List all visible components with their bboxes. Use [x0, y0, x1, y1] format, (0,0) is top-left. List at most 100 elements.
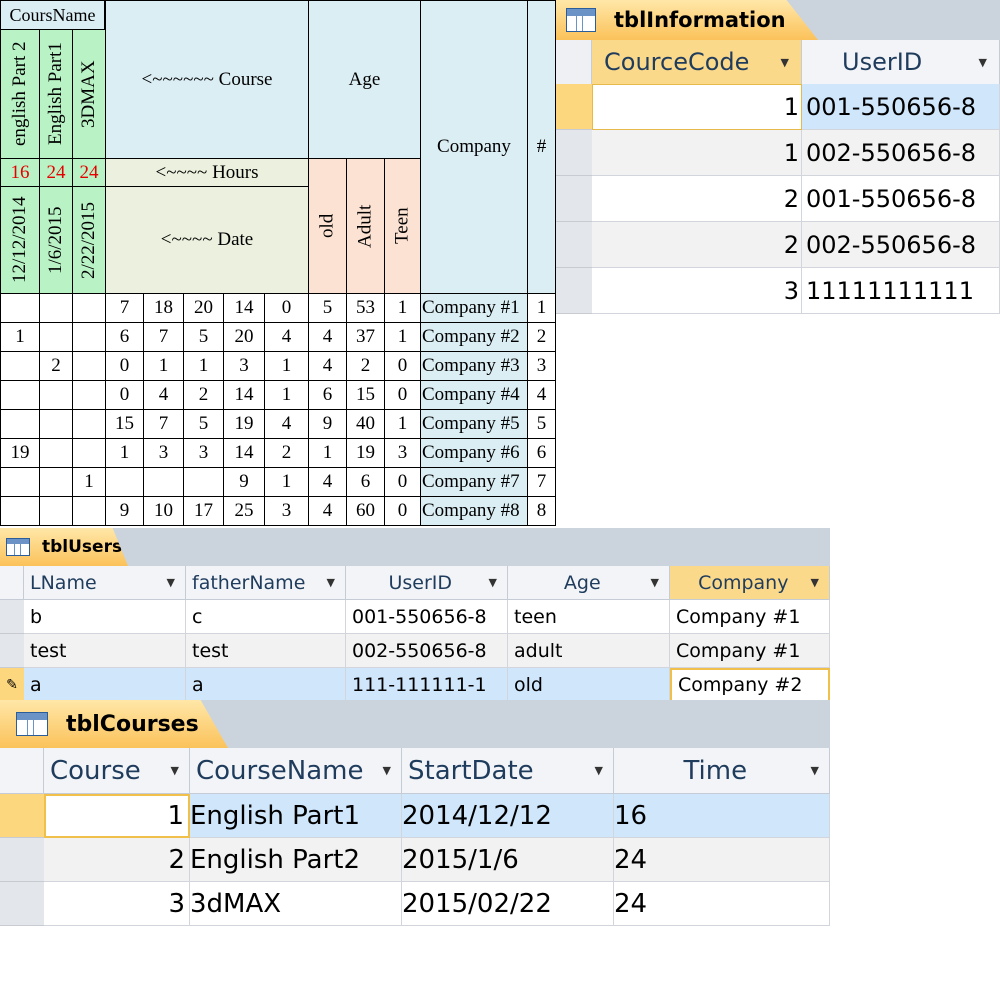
cell-fathername[interactable]: a: [186, 668, 346, 700]
age-old-header: old: [308, 158, 347, 294]
hours-cell-3: 24: [72, 158, 106, 187]
cell-fathername[interactable]: test: [186, 634, 346, 668]
cell-coursename[interactable]: English Part1: [190, 794, 402, 838]
pivot-value-cell: 37: [346, 322, 385, 352]
table-row[interactable]: b c 001-550656-8 teen Company #1: [0, 600, 830, 634]
cell-userid[interactable]: 11111111111: [802, 268, 1000, 314]
row-selector[interactable]: [556, 176, 592, 222]
cell-courcecode[interactable]: 2: [592, 176, 802, 222]
table-row[interactable]: 3 11111111111: [556, 268, 1000, 314]
cell-coursename[interactable]: English Part2: [190, 838, 402, 882]
dropdown-arrow-icon[interactable]: ▼: [167, 576, 175, 589]
pivot-value-cell: 19: [346, 438, 385, 468]
pivot-value-cell: 3: [183, 438, 224, 468]
row-selector[interactable]: [0, 838, 44, 882]
age-header: Age: [308, 0, 421, 159]
table-row[interactable]: 3 3dMAX 2015/02/22 24: [0, 882, 830, 926]
column-header-courcecode[interactable]: CourceCode ▼: [592, 40, 802, 84]
cell-userid[interactable]: 002-550656-8: [802, 222, 1000, 268]
column-header-lname[interactable]: LName ▼: [24, 566, 186, 600]
table-row[interactable]: 1 001-550656-8: [556, 84, 1000, 130]
table-row[interactable]: test test 002-550656-8 adult Company #1: [0, 634, 830, 668]
table-row[interactable]: 2 English Part2 2015/1/6 24: [0, 838, 830, 882]
cell-company[interactable]: Company #1: [670, 634, 830, 668]
column-header-startdate[interactable]: StartDate ▼: [402, 748, 614, 794]
tab-tblcourses[interactable]: tblCourses: [0, 700, 228, 748]
row-selector[interactable]: [556, 268, 592, 314]
cell-userid[interactable]: 001-550656-8: [346, 600, 508, 634]
table-row[interactable]: 2 002-550656-8: [556, 222, 1000, 268]
column-header-time[interactable]: Time ▼: [614, 748, 830, 794]
cell-userid[interactable]: 001-550656-8: [802, 84, 1000, 130]
cell-age[interactable]: teen: [508, 600, 670, 634]
pivot-id-cell: 3: [527, 351, 556, 381]
pivot-value-cell: 1: [264, 467, 309, 497]
dropdown-arrow-icon[interactable]: ▼: [651, 576, 659, 589]
cell-course[interactable]: 3: [44, 882, 190, 926]
cell-lname[interactable]: a: [24, 668, 186, 700]
cell-userid[interactable]: 002-550656-8: [346, 634, 508, 668]
cell-company[interactable]: Company #1: [670, 600, 830, 634]
column-header-company[interactable]: Company ▼: [670, 566, 830, 600]
table-row[interactable]: ✎ a a 111-111111-1 old Company #2: [0, 668, 830, 700]
tab-tblinformation[interactable]: tblInformation: [556, 0, 818, 40]
cell-lname[interactable]: b: [24, 600, 186, 634]
dropdown-arrow-icon[interactable]: ▼: [383, 764, 391, 777]
dropdown-arrow-icon[interactable]: ▼: [489, 576, 497, 589]
tblusers-window: tblUsers LName ▼ fatherName ▼ UserID ▼ Age ▼ Com…: [0, 528, 830, 700]
cell-courcecode[interactable]: 1: [592, 130, 802, 176]
row-selector[interactable]: [0, 600, 24, 634]
cell-time[interactable]: 16: [614, 794, 830, 838]
row-selector[interactable]: [0, 794, 44, 838]
cell-startdate[interactable]: 2015/02/22: [402, 882, 614, 926]
pivot-value-cell: 9: [223, 467, 265, 497]
row-selector[interactable]: [556, 222, 592, 268]
tab-tblusers[interactable]: tblUsers: [0, 528, 128, 566]
cell-userid[interactable]: 111-111111-1: [346, 668, 508, 700]
pivot-value-cell: 1: [384, 293, 421, 323]
cell-fathername[interactable]: c: [186, 600, 346, 634]
select-all-corner[interactable]: [0, 748, 44, 794]
column-header-fathername[interactable]: fatherName ▼: [186, 566, 346, 600]
cell-startdate[interactable]: 2015/1/6: [402, 838, 614, 882]
date-cell-1: 12/12/2014: [0, 186, 40, 294]
cell-courcecode[interactable]: 1: [592, 84, 802, 130]
select-all-corner[interactable]: [556, 40, 592, 84]
dropdown-arrow-icon[interactable]: ▼: [595, 764, 603, 777]
cell-userid[interactable]: 002-550656-8: [802, 130, 1000, 176]
pivot-course-cell: [72, 322, 106, 352]
cell-startdate[interactable]: 2014/12/12: [402, 794, 614, 838]
column-header-coursename[interactable]: CourseName ▼: [190, 748, 402, 794]
cell-coursename[interactable]: 3dMAX: [190, 882, 402, 926]
row-selector[interactable]: [556, 130, 592, 176]
row-selector[interactable]: [556, 84, 592, 130]
cell-course[interactable]: 1: [44, 794, 190, 838]
table-row[interactable]: 1 002-550656-8: [556, 130, 1000, 176]
cell-lname[interactable]: test: [24, 634, 186, 668]
row-selector[interactable]: ✎: [0, 668, 24, 700]
column-header-userid[interactable]: UserID ▼: [802, 40, 1000, 84]
dropdown-arrow-icon[interactable]: ▼: [811, 764, 819, 777]
cell-company[interactable]: Company #2: [670, 668, 830, 700]
dropdown-arrow-icon[interactable]: ▼: [979, 56, 987, 69]
table-row[interactable]: 1 English Part1 2014/12/12 16: [0, 794, 830, 838]
cell-time[interactable]: 24: [614, 882, 830, 926]
column-header-age[interactable]: Age ▼: [508, 566, 670, 600]
cell-course[interactable]: 2: [44, 838, 190, 882]
column-header-course[interactable]: Course ▼: [44, 748, 190, 794]
row-selector[interactable]: [0, 634, 24, 668]
cell-time[interactable]: 24: [614, 838, 830, 882]
dropdown-arrow-icon[interactable]: ▼: [327, 576, 335, 589]
dropdown-arrow-icon[interactable]: ▼: [781, 56, 789, 69]
cell-userid[interactable]: 001-550656-8: [802, 176, 1000, 222]
cell-courcecode[interactable]: 2: [592, 222, 802, 268]
cell-age[interactable]: adult: [508, 634, 670, 668]
select-all-corner[interactable]: [0, 566, 24, 600]
table-row[interactable]: 2 001-550656-8: [556, 176, 1000, 222]
row-selector[interactable]: [0, 882, 44, 926]
column-header-userid[interactable]: UserID ▼: [346, 566, 508, 600]
cell-age[interactable]: old: [508, 668, 670, 700]
dropdown-arrow-icon[interactable]: ▼: [811, 576, 819, 589]
cell-courcecode[interactable]: 3: [592, 268, 802, 314]
dropdown-arrow-icon[interactable]: ▼: [171, 764, 179, 777]
